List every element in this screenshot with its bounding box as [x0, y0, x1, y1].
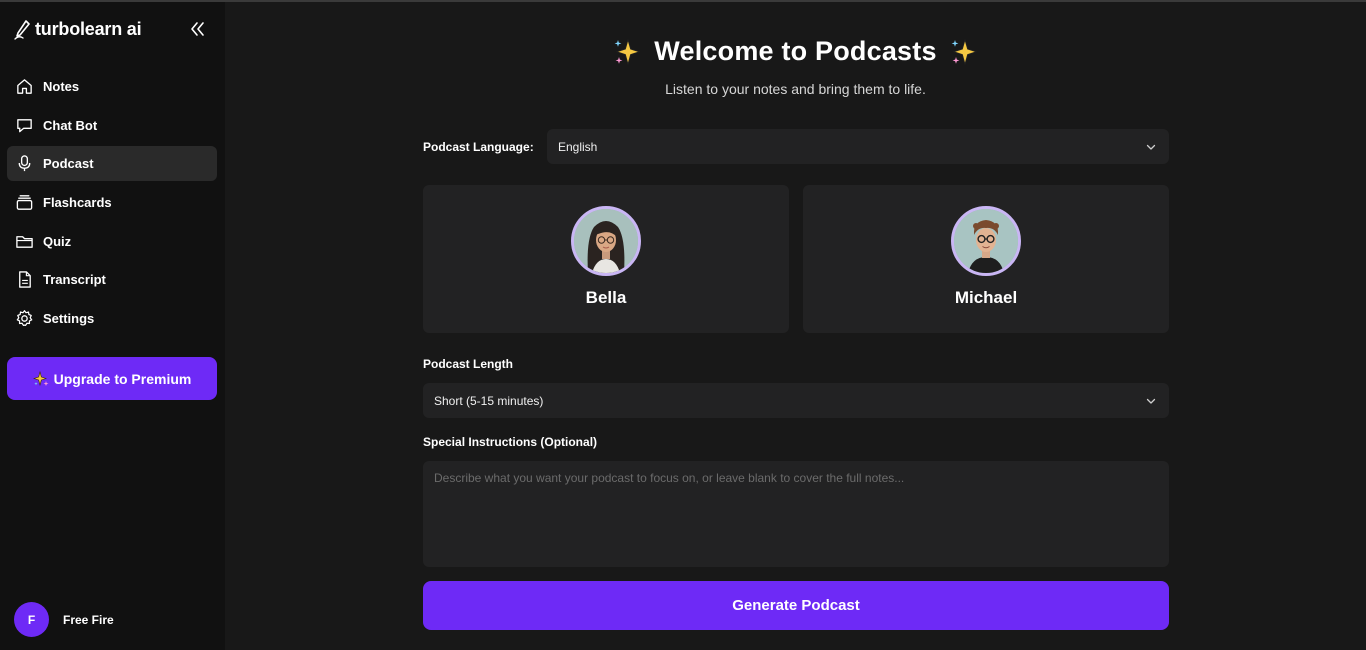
instructions-label: Special Instructions (Optional)	[423, 435, 598, 449]
length-label: Podcast Length	[423, 357, 514, 371]
sidebar-item-label: Transcript	[43, 272, 106, 288]
length-value: Short (5-15 minutes)	[434, 393, 544, 408]
language-select[interactable]: English	[547, 129, 1169, 164]
user-profile[interactable]: F Free Fire	[14, 602, 114, 637]
sidebar-item-notes[interactable]: Notes	[7, 69, 217, 104]
chevron-down-icon	[1146, 398, 1156, 404]
host-name-bella: Bella	[585, 288, 627, 307]
sidebar: turbolearn ai Notes Chat Bot Podcast Fla…	[0, 2, 225, 650]
brand[interactable]: turbolearn ai	[14, 19, 142, 40]
host-avatar-michael	[951, 206, 1021, 276]
collapse-sidebar-icon[interactable]	[186, 19, 208, 39]
sidebar-item-label: Chat Bot	[43, 117, 98, 133]
pen-logo-icon	[14, 19, 30, 40]
document-icon	[19, 271, 31, 289]
user-name: Free Fire	[63, 612, 114, 627]
host-selection: Bella Michael	[423, 185, 1169, 333]
avatar: F	[14, 602, 49, 637]
cards-stack-icon	[16, 195, 33, 210]
chevron-down-icon	[1146, 144, 1156, 150]
instructions-textarea[interactable]	[423, 461, 1169, 567]
bella-portrait-icon	[574, 209, 638, 273]
upgrade-to-premium-button[interactable]: Upgrade to Premium	[7, 357, 217, 400]
sidebar-item-label: Quiz	[43, 233, 72, 249]
sidebar-item-chat-bot[interactable]: Chat Bot	[7, 108, 217, 143]
length-select[interactable]: Short (5-15 minutes)	[423, 383, 1169, 418]
main-content: Welcome to Podcasts Listen to your notes…	[225, 2, 1366, 650]
sparkles-icon	[32, 370, 49, 386]
language-value: English	[558, 139, 598, 154]
folder-icon	[16, 235, 33, 248]
sidebar-item-transcript[interactable]: Transcript	[7, 262, 217, 297]
brand-name: turbolearn ai	[35, 19, 142, 39]
sidebar-item-label: Flashcards	[43, 195, 112, 211]
sparkles-icon	[951, 38, 977, 66]
gear-icon	[16, 310, 33, 327]
upgrade-label: Upgrade to Premium	[53, 370, 192, 387]
page-header: Welcome to Podcasts	[225, 36, 1366, 67]
page-title: Welcome to Podcasts	[654, 36, 937, 66]
microphone-icon	[18, 155, 31, 172]
home-icon	[17, 79, 32, 94]
sidebar-item-settings[interactable]: Settings	[7, 301, 217, 336]
sidebar-item-flashcards[interactable]: Flashcards	[7, 185, 217, 220]
page-subtitle: Listen to your notes and bring them to l…	[665, 81, 926, 97]
host-card-michael[interactable]: Michael	[803, 185, 1169, 333]
host-card-bella[interactable]: Bella	[423, 185, 789, 333]
michael-portrait-icon	[954, 209, 1018, 273]
generate-podcast-button[interactable]: Generate Podcast	[423, 581, 1169, 630]
sidebar-nav: Notes Chat Bot Podcast Flashcards Quiz T…	[7, 69, 217, 340]
language-label: Podcast Language:	[423, 139, 534, 154]
host-name-michael: Michael	[954, 288, 1018, 307]
host-avatar-bella	[571, 206, 641, 276]
sidebar-item-podcast[interactable]: Podcast	[7, 146, 217, 182]
sidebar-item-label: Settings	[43, 311, 95, 327]
sidebar-item-quiz[interactable]: Quiz	[7, 224, 217, 259]
sparkles-icon	[614, 38, 641, 66]
sidebar-item-label: Notes	[43, 79, 80, 94]
language-row: Podcast Language: English	[423, 129, 1169, 164]
sidebar-item-label: Podcast	[43, 156, 94, 172]
chat-bubble-icon	[17, 118, 32, 133]
